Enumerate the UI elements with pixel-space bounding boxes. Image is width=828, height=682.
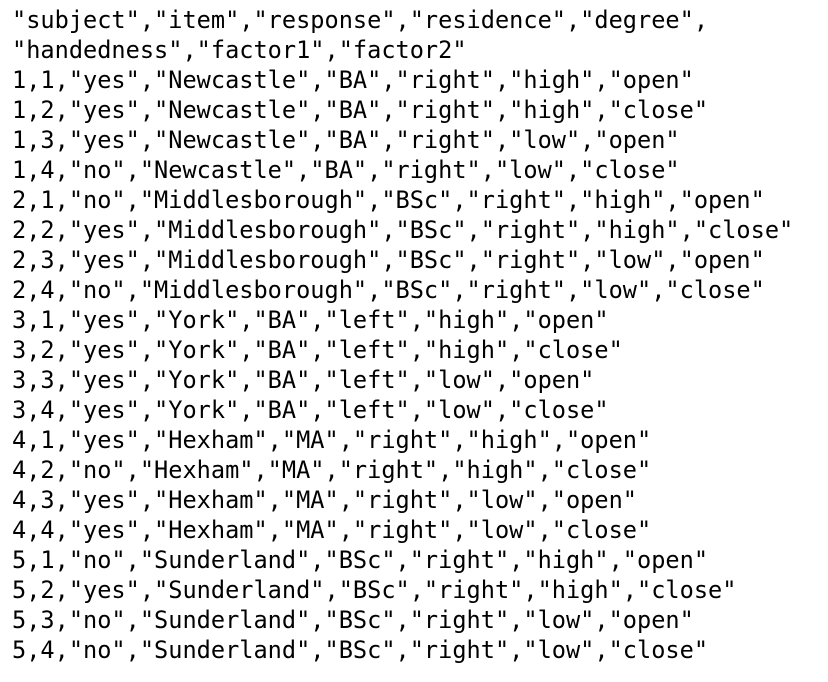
csv-data-row: 5,2,"yes","Sunderland","BSc","right","hi…: [12, 576, 737, 604]
csv-data-row: 3,4,"yes","York","BA","left","low","clos…: [12, 396, 609, 424]
csv-text-view: "subject","item","response","residence",…: [0, 0, 828, 682]
csv-header-line: "handedness","factor1","factor2": [12, 36, 467, 64]
csv-data-row: 2,2,"yes","Middlesborough","BSc","right"…: [12, 216, 794, 244]
csv-data-row: 5,1,"no","Sunderland","BSc","right","hig…: [12, 546, 709, 574]
csv-data-row: 3,2,"yes","York","BA","left","high","clo…: [12, 336, 623, 364]
csv-data-row: 4,3,"yes","Hexham","MA","right","low","o…: [12, 486, 638, 514]
csv-data-row: 4,2,"no","Hexham","MA","right","high","c…: [12, 456, 652, 484]
csv-data-row: 5,4,"no","Sunderland","BSc","right","low…: [12, 636, 709, 664]
csv-data-row: 2,1,"no","Middlesborough","BSc","right",…: [12, 186, 765, 214]
csv-data-row: 5,3,"no","Sunderland","BSc","right","low…: [12, 606, 694, 634]
csv-data-row: 3,3,"yes","York","BA","left","low","open…: [12, 366, 595, 394]
csv-data-row: 2,3,"yes","Middlesborough","BSc","right"…: [12, 246, 765, 274]
csv-data-row: 3,1,"yes","York","BA","left","high","ope…: [12, 306, 609, 334]
csv-data-row: 1,1,"yes","Newcastle","BA","right","high…: [12, 66, 694, 94]
csv-data-row: 2,4,"no","Middlesborough","BSc","right",…: [12, 276, 765, 304]
csv-data-row: 1,3,"yes","Newcastle","BA","right","low"…: [12, 126, 680, 154]
csv-data-row: 4,4,"yes","Hexham","MA","right","low","c…: [12, 516, 652, 544]
csv-data-row: 1,2,"yes","Newcastle","BA","right","high…: [12, 96, 709, 124]
csv-header-line: "subject","item","response","residence",…: [12, 6, 709, 34]
csv-data-row: 1,4,"no","Newcastle","BA","right","low",…: [12, 156, 680, 184]
csv-data-row: 4,1,"yes","Hexham","MA","right","high","…: [12, 426, 652, 454]
